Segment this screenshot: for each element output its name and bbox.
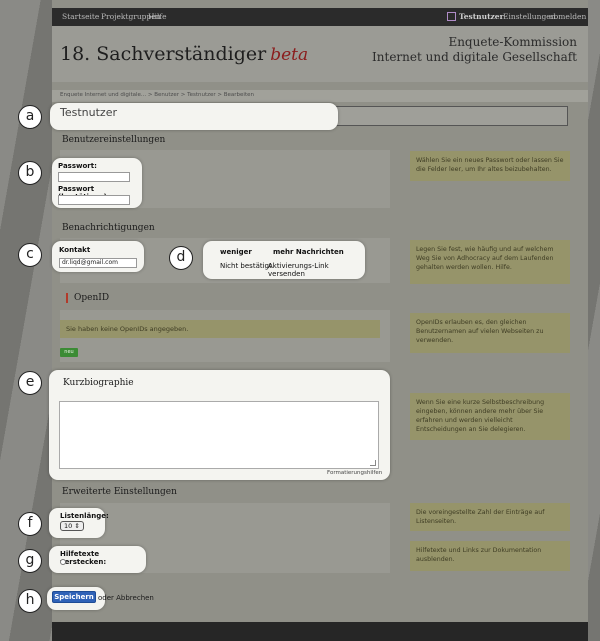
openid-new-button[interactable]: neu bbox=[60, 348, 78, 357]
send-activation-link[interactable]: Aktivierungs-Link versenden bbox=[268, 262, 365, 278]
site-header: 18. Sachverständiger beta Enquete-Kommiss… bbox=[52, 26, 588, 82]
user-icon bbox=[447, 12, 456, 21]
section-title-user-settings: Benutzereinstellungen bbox=[62, 135, 166, 145]
hide-help-label: Hilfetexte verstecken: bbox=[60, 550, 107, 566]
section-title-bio: Kurzbiographie bbox=[63, 378, 134, 388]
list-length-select[interactable]: 10 ⇕ bbox=[60, 521, 84, 531]
nav-settings-link[interactable]: Einstellungen bbox=[503, 12, 556, 21]
bio-textarea[interactable] bbox=[59, 401, 379, 469]
nav-logout-link[interactable]: abmelden bbox=[549, 12, 586, 21]
callout-g-badge: g bbox=[18, 549, 42, 573]
section-title-openid: OpenID bbox=[74, 293, 110, 303]
callout-b-badge: b bbox=[18, 161, 42, 185]
frequency-less-label: weniger bbox=[220, 248, 252, 256]
cancel-link[interactable]: oder Abbrechen bbox=[98, 594, 154, 602]
help-password: Wählen Sie ein neues Passwort oder lasse… bbox=[410, 151, 570, 181]
callout-c-badge: c bbox=[18, 243, 42, 267]
callout-a-highlight: Testnutzer bbox=[50, 103, 338, 130]
nav-help-link[interactable]: Hilfe bbox=[148, 12, 167, 21]
hide-help-checkbox[interactable] bbox=[60, 559, 66, 565]
openid-marker bbox=[66, 293, 68, 303]
subtitle-line-2: Internet und digitale Gesellschaft bbox=[372, 50, 577, 64]
nav-user-link[interactable]: Testnutzer bbox=[459, 12, 504, 21]
help-hide-help: Hilfetexte und Links zur Dokumentation a… bbox=[410, 541, 570, 571]
contact-email-input[interactable]: dr.liqd@gmail.com bbox=[59, 258, 137, 268]
password-confirm-input[interactable] bbox=[58, 195, 130, 205]
password-label: Passwort: bbox=[58, 162, 97, 170]
help-bio: Wenn Sie eine kurze Selbstbeschreibung e… bbox=[410, 393, 570, 440]
contact-label: Kontakt bbox=[59, 246, 91, 254]
list-length-value: 10 bbox=[64, 522, 73, 530]
help-openid: OpenIDs erlauben es, den gleichen Benutz… bbox=[410, 313, 570, 353]
top-navigation: Startseite Projektgruppen Hilfe Testnutz… bbox=[52, 8, 588, 26]
frequency-more-label: mehr Nachrichten bbox=[273, 248, 344, 256]
openid-empty-note: Sie haben keine OpenIDs angegeben. bbox=[60, 320, 380, 338]
callout-b-highlight: Passwort: Passwort (bestätigen): bbox=[52, 158, 142, 208]
breadcrumb: Enquete Internet und digitale... > Benut… bbox=[52, 90, 588, 102]
resize-grip-icon[interactable] bbox=[370, 460, 376, 466]
section-title-advanced: Erweiterte Einstellungen bbox=[62, 487, 177, 497]
site-subtitle: Enquete-Kommission Internet und digitale… bbox=[372, 35, 577, 65]
callout-c-highlight: Kontakt dr.liqd@gmail.com bbox=[52, 241, 144, 272]
password-input[interactable] bbox=[58, 172, 130, 182]
save-button[interactable]: Speichern bbox=[52, 591, 96, 603]
subtitle-line-1: Enquete-Kommission bbox=[448, 35, 577, 49]
callout-f-badge: f bbox=[18, 512, 42, 536]
page-footer bbox=[52, 622, 588, 641]
help-notifications: Legen Sie fest, wie häufig und auf welch… bbox=[410, 240, 570, 284]
display-name-value[interactable]: Testnutzer bbox=[60, 106, 117, 119]
email-not-confirmed-text: Nicht bestätigt bbox=[220, 262, 272, 270]
list-length-label: Listenlänge: bbox=[60, 512, 109, 520]
callout-e-badge: e bbox=[18, 371, 42, 395]
callout-f-highlight: Listenlänge: 10 ⇕ bbox=[49, 508, 109, 538]
select-arrows-icon: ⇕ bbox=[74, 522, 80, 530]
callout-a-badge: a bbox=[18, 105, 42, 129]
section-title-notifications: Benachrichtigungen bbox=[62, 223, 155, 233]
nav-home-link[interactable]: Startseite bbox=[62, 12, 99, 21]
beta-label: beta bbox=[270, 45, 309, 65]
callout-d-highlight: weniger mehr Nachrichten Nicht bestätigt… bbox=[203, 241, 365, 279]
formatting-help-link[interactable]: Formatierungshilfen bbox=[327, 470, 382, 476]
site-title[interactable]: 18. Sachverständiger beta bbox=[60, 43, 308, 65]
callout-h-badge: h bbox=[18, 589, 42, 613]
site-title-text: 18. Sachverständiger bbox=[60, 43, 267, 65]
callout-d-badge: d bbox=[169, 246, 193, 270]
breadcrumb-text[interactable]: Enquete Internet und digitale... > Benut… bbox=[60, 92, 254, 98]
help-list-length: Die voreingestellte Zahl der Einträge au… bbox=[410, 503, 570, 531]
callout-g-highlight: Hilfetexte verstecken: bbox=[49, 546, 146, 573]
